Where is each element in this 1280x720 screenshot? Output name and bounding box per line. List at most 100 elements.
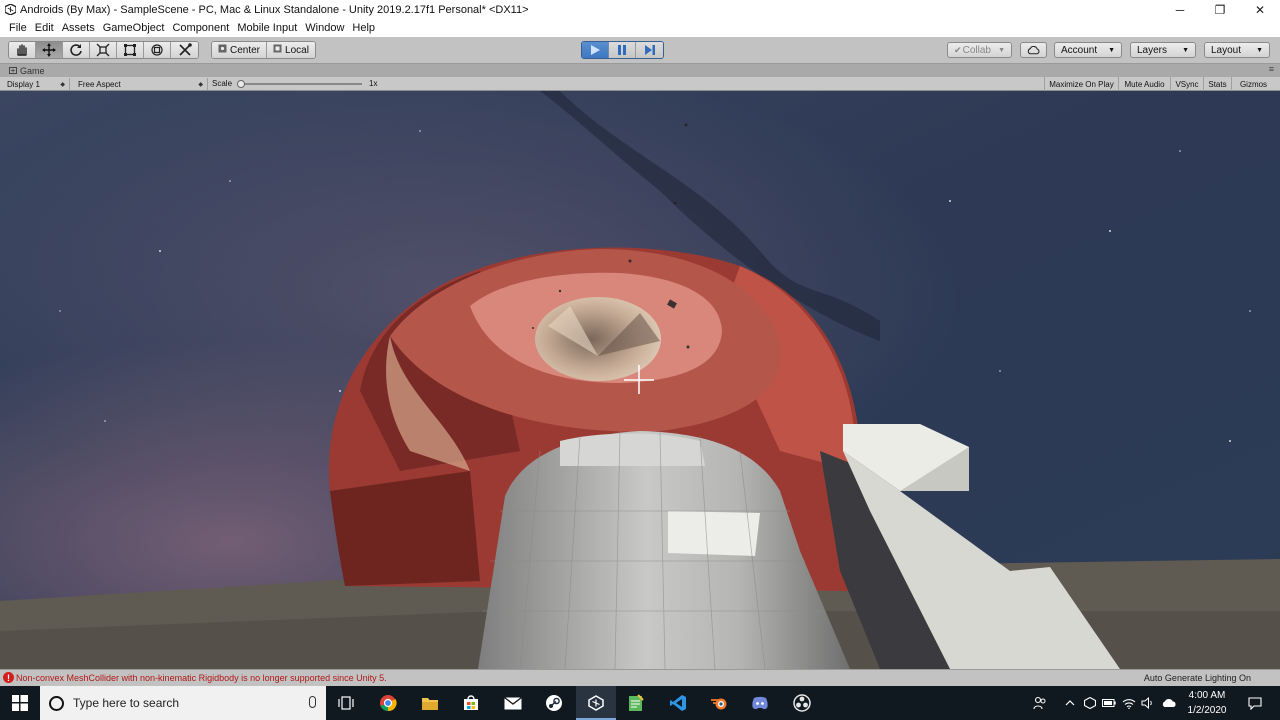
clock-time: 4:00 AM	[1188, 690, 1226, 701]
account-dropdown[interactable]: Account ▼	[1054, 42, 1122, 58]
transform-tool-icon[interactable]	[144, 42, 171, 58]
toggle-maximize-on-play[interactable]: Maximize On Play	[1044, 77, 1118, 91]
collab-dropdown[interactable]: ✔ Collab ▼	[947, 42, 1012, 58]
volume-icon[interactable]	[1139, 686, 1157, 720]
collab-check-icon: ✔	[954, 44, 962, 55]
taskbar-clock[interactable]: 4:00 AM 1/2/2020	[1180, 688, 1234, 718]
tab-game-label: Game	[20, 65, 45, 76]
taskbar-search-box[interactable]: Type here to search	[40, 686, 326, 720]
discord-icon[interactable]	[740, 686, 780, 720]
layers-caret-icon: ▼	[1182, 46, 1189, 54]
onedrive-icon[interactable]	[1159, 686, 1179, 720]
window-title-bar: Androids (By Max) - SampleScene - PC, Ma…	[0, 0, 1280, 19]
scale-slider-thumb[interactable]	[237, 80, 245, 88]
error-icon[interactable]: !	[3, 672, 14, 683]
blender-icon[interactable]	[699, 686, 739, 720]
battery-icon[interactable]	[1100, 686, 1118, 720]
step-button[interactable]	[636, 42, 663, 58]
layers-dropdown[interactable]: Layers ▼	[1130, 42, 1196, 58]
search-placeholder: Type here to search	[73, 696, 180, 710]
tab-options-icon[interactable]: ≡	[1269, 64, 1274, 74]
collab-caret-icon: ▼	[998, 46, 1005, 54]
task-view-icon[interactable]	[326, 686, 366, 720]
menu-help[interactable]: Help	[348, 22, 379, 34]
clock-date: 1/2/2020	[1187, 705, 1227, 716]
aspect-caret-icon: ◆	[198, 81, 203, 88]
people-icon[interactable]	[1030, 686, 1050, 720]
account-label: Account	[1061, 44, 1098, 56]
menu-file[interactable]: File	[5, 22, 31, 34]
step-icon	[644, 45, 655, 55]
visual-studio-icon[interactable]	[658, 686, 698, 720]
toggle-gizmos[interactable]: Gizmos	[1231, 77, 1275, 91]
custom-tool-icon[interactable]	[171, 42, 198, 58]
toggle-stats[interactable]: Stats	[1203, 77, 1231, 91]
start-button[interactable]	[0, 686, 40, 720]
unity-tray-icon[interactable]	[1081, 686, 1099, 720]
menu-bar: File Edit Assets GameObject Component Mo…	[0, 19, 1280, 37]
unity-icon[interactable]	[576, 686, 616, 720]
mail-icon[interactable]	[493, 686, 533, 720]
menu-window[interactable]: Window	[301, 22, 348, 34]
tray-chevron-up-icon[interactable]	[1061, 686, 1079, 720]
menu-edit[interactable]: Edit	[31, 22, 58, 34]
play-icon	[591, 45, 600, 55]
pause-icon	[618, 45, 626, 55]
console-error-message[interactable]: Non-convex MeshCollider with non-kinemat…	[16, 673, 387, 683]
scale-label: Scale	[212, 79, 233, 88]
pivot-controls: Center Local	[211, 41, 316, 59]
wifi-icon[interactable]	[1120, 686, 1138, 720]
close-button[interactable]: ✕	[1240, 0, 1280, 19]
obs-icon[interactable]	[782, 686, 822, 720]
pause-button[interactable]	[609, 42, 636, 58]
game-viewport[interactable]	[0, 91, 1280, 669]
notification-center-icon[interactable]	[1240, 686, 1270, 720]
game-tab-bar: Game ≡	[0, 64, 1280, 77]
game-tab-icon	[9, 67, 17, 74]
menu-component[interactable]: Component	[168, 22, 233, 34]
minimize-button[interactable]: ─	[1160, 0, 1200, 19]
game-view-controls: Display 1 ◆ Free Aspect ◆ Scale 1x Maxim…	[0, 77, 1280, 91]
cloud-button[interactable]	[1020, 42, 1047, 58]
unity-logo-icon	[4, 4, 16, 16]
status-bar: ! Non-convex MeshCollider with non-kinem…	[0, 669, 1280, 686]
menu-assets[interactable]: Assets	[58, 22, 99, 34]
gizmos-label: Gizmos	[1239, 79, 1268, 89]
move-tool-icon[interactable]	[36, 42, 63, 58]
game-scene	[0, 91, 1280, 669]
main-toolbar: Center Local ✔ Collab ▼ Account ▼ Layers…	[0, 37, 1280, 64]
toggle-vsync[interactable]: VSync	[1170, 77, 1203, 91]
pivot-rotation-label: Local	[285, 44, 309, 56]
windows-logo-icon	[12, 695, 28, 711]
notepad-icon[interactable]	[616, 686, 656, 720]
menu-mobile-input[interactable]: Mobile Input	[233, 22, 301, 34]
microphone-icon[interactable]	[309, 696, 316, 708]
aspect-dropdown[interactable]: Free Aspect ◆	[71, 78, 208, 90]
scale-tool-icon[interactable]	[90, 42, 117, 58]
tab-game[interactable]: Game	[5, 64, 49, 77]
chrome-icon[interactable]	[368, 686, 408, 720]
cloud-icon	[1027, 45, 1040, 54]
pivot-mode-button[interactable]: Center	[212, 42, 268, 58]
pivot-rotation-button[interactable]: Local	[267, 42, 315, 58]
rotate-tool-icon[interactable]	[63, 42, 90, 58]
scale-slider-track[interactable]	[239, 83, 362, 85]
steam-icon[interactable]	[534, 686, 574, 720]
auto-lighting-status: Auto Generate Lighting On	[1143, 673, 1251, 683]
play-controls	[581, 41, 664, 59]
layout-dropdown[interactable]: Layout ▼	[1204, 42, 1270, 58]
pivot-mode-label: Center	[230, 44, 261, 56]
maximize-button[interactable]: ❐	[1200, 0, 1240, 19]
hand-tool-icon[interactable]	[9, 42, 36, 58]
account-caret-icon: ▼	[1108, 46, 1115, 54]
toggle-mute-audio[interactable]: Mute Audio	[1118, 77, 1170, 91]
pivot-center-icon	[218, 44, 227, 56]
file-explorer-icon[interactable]	[410, 686, 450, 720]
window-title: Androids (By Max) - SampleScene - PC, Ma…	[20, 3, 529, 16]
play-button[interactable]	[582, 42, 609, 58]
display-dropdown[interactable]: Display 1 ◆	[0, 78, 70, 90]
store-icon[interactable]	[451, 686, 491, 720]
rect-tool-icon[interactable]	[117, 42, 144, 58]
aspect-label: Free Aspect	[78, 79, 121, 89]
menu-gameobject[interactable]: GameObject	[99, 22, 169, 34]
